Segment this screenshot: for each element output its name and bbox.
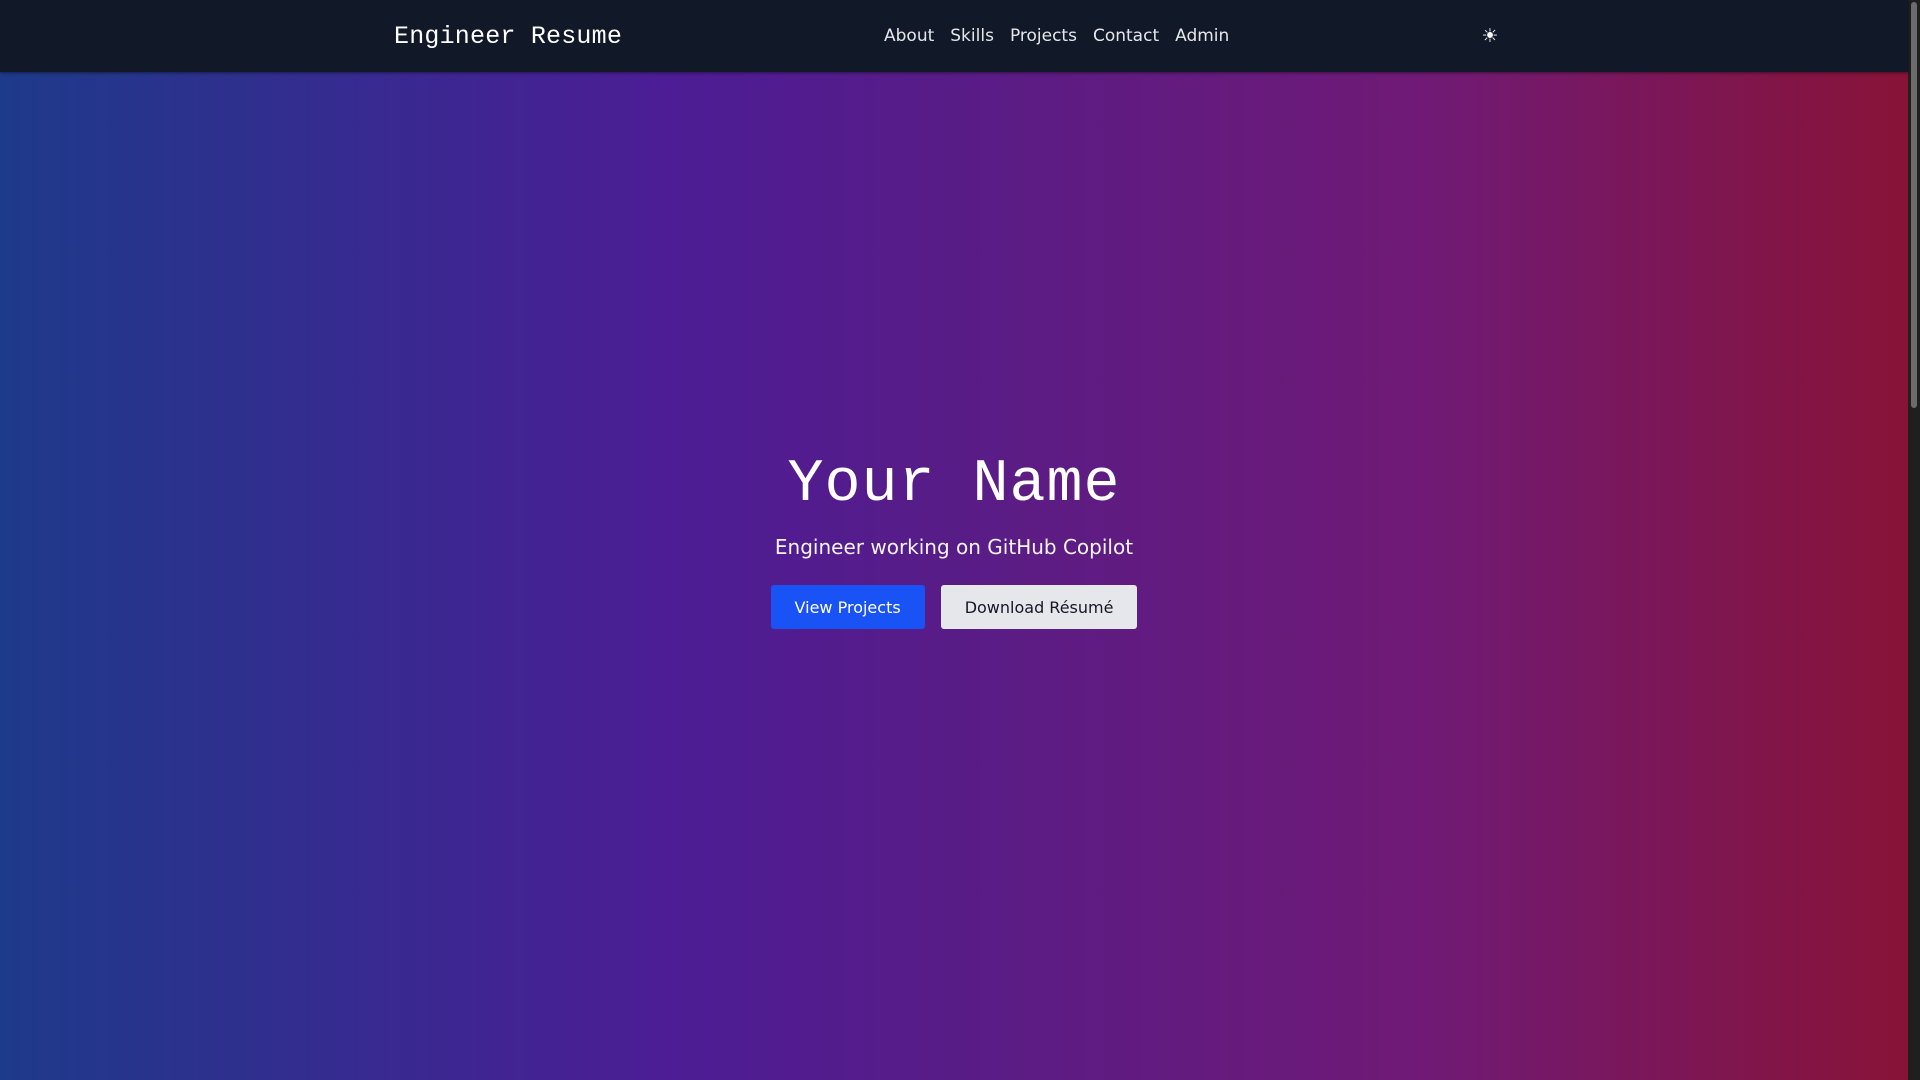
hero-subtitle: Engineer working on GitHub Copilot: [774, 535, 1134, 559]
hero-section: Your Name Engineer working on GitHub Cop…: [0, 72, 1908, 1080]
hero-content: Your Name Engineer working on GitHub Cop…: [0, 36, 1908, 1044]
page-scrollbar[interactable]: [1908, 0, 1920, 1080]
hero-title: Your Name: [787, 451, 1121, 519]
page: Engineer Resume About Skills Projects Co…: [0, 0, 1920, 1080]
nav-link-projects[interactable]: Projects: [1010, 26, 1077, 46]
nav-link-about[interactable]: About: [884, 26, 934, 46]
view-projects-button[interactable]: View Projects: [770, 585, 925, 629]
hero-actions: View Projects Download Résumé: [770, 585, 1138, 629]
nav-links: About Skills Projects Contact Admin: [884, 0, 1229, 72]
navbar-container: Engineer Resume About Skills Projects Co…: [394, 0, 1514, 72]
viewport: Engineer Resume About Skills Projects Co…: [0, 0, 1908, 1080]
nav-link-admin[interactable]: Admin: [1175, 26, 1229, 46]
brand-logo-link[interactable]: Engineer Resume: [394, 22, 622, 51]
download-resume-button[interactable]: Download Résumé: [940, 585, 1138, 629]
theme-toggle-button[interactable]: ☀: [1476, 22, 1504, 50]
nav-link-skills[interactable]: Skills: [950, 26, 994, 46]
scrollbar-thumb[interactable]: [1911, 2, 1917, 408]
top-navbar: Engineer Resume About Skills Projects Co…: [0, 0, 1908, 72]
nav-link-contact[interactable]: Contact: [1093, 26, 1159, 46]
sun-icon: ☀: [1481, 25, 1499, 47]
